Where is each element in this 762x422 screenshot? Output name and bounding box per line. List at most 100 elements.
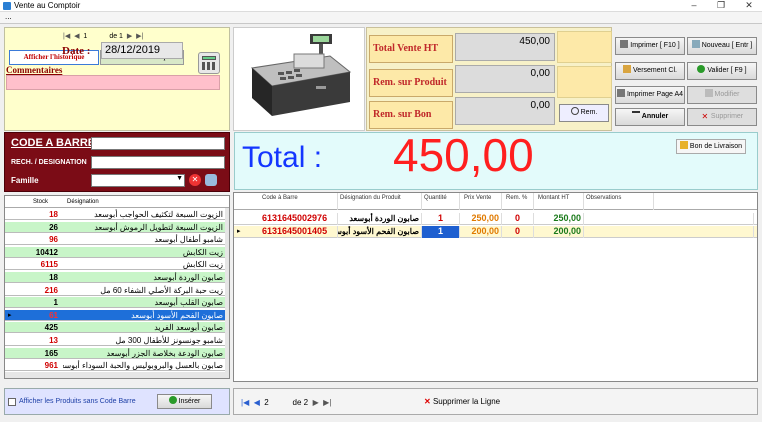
- versement-button[interactable]: Versement Cl.: [615, 62, 685, 80]
- line-observations[interactable]: [584, 226, 754, 238]
- product-stock: 18: [49, 210, 58, 219]
- maximize-button[interactable]: ❐: [711, 0, 731, 12]
- famille-select[interactable]: ▼: [91, 174, 185, 187]
- history-page-input[interactable]: 1: [83, 33, 107, 40]
- stock-header: Stock: [33, 199, 49, 205]
- product-row[interactable]: 26 الزيوت السبعة لتطويل الرموش أبوسعد: [5, 221, 225, 233]
- date-label: Date :: [62, 45, 91, 57]
- line-rem[interactable]: 0: [502, 226, 534, 238]
- line-designation[interactable]: صابون الفحم الأسود أبوسعد: [338, 226, 422, 238]
- window-title: Vente au Comptoir: [14, 1, 81, 10]
- close-button[interactable]: ✕: [739, 0, 759, 12]
- imprimer-button[interactable]: Imprimer [ F10 ]: [615, 37, 685, 55]
- product-stock: 13: [49, 336, 58, 345]
- product-row[interactable]: 216 زيت حبة البركة الأصلي الشفاء 60 مل: [5, 284, 225, 296]
- product-designation: زيت حبة البركة الأصلي الشفاء 60 مل: [100, 285, 223, 295]
- annuler-button[interactable]: Annuler: [615, 108, 685, 126]
- imprimer-page-a4-button[interactable]: Imprimer Page A4: [615, 86, 685, 104]
- clear-famille-icon[interactable]: ✕: [189, 174, 201, 186]
- product-designation: صابون بالعسل والبروبوليس والحبة السوداء …: [63, 361, 223, 371]
- date-field[interactable]: 28/12/2019: [101, 42, 183, 59]
- row-pointer-icon: ▸: [237, 228, 241, 235]
- header-designation: Désignation du Produit: [338, 193, 422, 210]
- menu-item[interactable]: ...: [5, 12, 12, 21]
- inserer-button[interactable]: Insérer: [157, 394, 212, 409]
- product-stock: 216: [44, 285, 58, 295]
- search-icon: [570, 107, 579, 115]
- total-label: Total :: [242, 141, 323, 174]
- last-page-icon[interactable]: ▶|: [323, 398, 331, 407]
- header-montant: Montant HT: [534, 193, 584, 210]
- delivery-icon: [679, 141, 688, 149]
- line-rem[interactable]: 0: [502, 213, 534, 225]
- prev-page-icon[interactable]: ◀: [254, 398, 260, 407]
- minimize-button[interactable]: –: [684, 0, 704, 12]
- product-designation: الزيوت السبعة لتطويل الرموش أبوسعد: [94, 222, 223, 232]
- sale-lines-grid[interactable]: Code à Barre Désignation du Produit Quan…: [233, 192, 758, 382]
- designation-header: Désignation: [67, 199, 99, 205]
- next-page-icon[interactable]: ▶: [313, 398, 319, 407]
- product-stock: 165: [44, 348, 58, 358]
- history-navigator: |◀ ◀ 1 de 1 ▶ ▶|: [63, 32, 143, 40]
- line-code[interactable]: 6131645001405: [260, 226, 338, 238]
- line-montant[interactable]: 200,00: [534, 226, 584, 238]
- product-grid[interactable]: Stock Désignation 18 الزيوت السبعة لتكثيف…: [4, 195, 230, 379]
- product-row[interactable]: 961 صابون بالعسل والبروبوليس والحبة السود…: [5, 360, 225, 372]
- designation-search-input[interactable]: [91, 156, 225, 169]
- calculator-icon[interactable]: [198, 52, 220, 74]
- product-options-bar: Afficher les Produits sans Code Barre In…: [4, 388, 230, 415]
- product-row[interactable]: 13 شامبو جونسونز للأطفال 300 مل: [5, 335, 225, 346]
- last-page-icon[interactable]: ▶|: [136, 33, 143, 40]
- product-row[interactable]: 18 صابون الوردة أبوسعد: [5, 272, 225, 283]
- search-panel: CODE A BARRE RECH. / DESIGNATION Famille…: [4, 132, 230, 192]
- product-row[interactable]: 96 شامبو أطفال أبوسعد: [5, 234, 225, 246]
- product-row[interactable]: ▸ 61 صابون الفحم الأسود أبوسعد: [5, 309, 225, 321]
- nouveau-button[interactable]: Nouveau [ Entr ]: [687, 37, 757, 55]
- delete-icon: ✕: [701, 112, 709, 121]
- menu-bar: ...: [0, 12, 762, 24]
- first-page-icon[interactable]: |◀: [63, 33, 70, 40]
- line-prix[interactable]: 200,00: [460, 226, 502, 238]
- line-prix[interactable]: 250,00: [460, 213, 502, 225]
- lines-page-input[interactable]: 2: [264, 398, 290, 407]
- product-row[interactable]: 10412 زيت الكابش: [5, 246, 225, 258]
- product-row[interactable]: 18 الزيوت السبعة لتكثيف الحواجب أبوسعد: [5, 209, 225, 220]
- rem-button[interactable]: Rem.: [559, 104, 609, 122]
- refresh-icon[interactable]: [205, 174, 217, 186]
- next-page-icon[interactable]: ▶: [127, 33, 132, 40]
- product-row[interactable]: 425 صابون أبوسعد الفريد: [5, 322, 225, 334]
- modifier-button[interactable]: Modifier: [687, 86, 757, 104]
- valider-button[interactable]: Valider [ F9 ]: [687, 62, 757, 80]
- code-barre-input[interactable]: [91, 137, 225, 150]
- product-grid-header: Stock Désignation: [5, 196, 229, 208]
- supprimer-ligne-button[interactable]: ✕ Supprimer la Ligne: [424, 397, 500, 406]
- product-designation: صابون أبوسعد الفريد: [154, 323, 223, 333]
- famille-label: Famille: [11, 176, 39, 185]
- prev-page-icon[interactable]: ◀: [74, 33, 79, 40]
- product-row[interactable]: 165 صابون الودعة بخلاصة الجزر أبوسعد: [5, 347, 225, 359]
- supprimer-button[interactable]: ✕ Supprimer: [687, 108, 757, 126]
- sale-lines-header: Code à Barre Désignation du Produit Quan…: [234, 193, 757, 210]
- commentaires-field[interactable]: [6, 75, 220, 90]
- line-code[interactable]: 6131645002976: [260, 213, 338, 225]
- total-vente-label: Total Vente HT: [369, 35, 453, 63]
- sale-line-row[interactable]: 6131645002976 صابون الوردة أبوسعد 1 250,00 0…: [234, 213, 757, 225]
- line-quantite[interactable]: 1: [422, 213, 460, 225]
- first-page-icon[interactable]: |◀: [241, 398, 249, 407]
- product-designation: صابون الفحم الأسود أبوسعد: [131, 310, 223, 320]
- vertical-scrollbar[interactable]: [225, 208, 229, 372]
- bon-livraison-button[interactable]: Bon de Livraison: [676, 139, 746, 154]
- sale-line-row[interactable]: ▸ 6131645001405صابون الفحم الأسود أبوسعد1…: [234, 226, 757, 238]
- rem-bon-value[interactable]: 0,00: [455, 97, 555, 125]
- new-doc-icon: [691, 40, 700, 48]
- line-montant[interactable]: 250,00: [534, 213, 584, 225]
- sans-code-barre-checkbox[interactable]: [8, 398, 16, 406]
- line-designation[interactable]: صابون الوردة أبوسعد: [338, 213, 422, 225]
- product-row[interactable]: 1 صابون القلب أبوسعد: [5, 297, 225, 309]
- horizontal-scrollbar[interactable]: [5, 372, 229, 378]
- rem-produit-value: 0,00: [455, 65, 555, 93]
- lines-navigator: |◀ ◀ 2 de 2 ▶ ▶|: [241, 398, 331, 407]
- line-observations[interactable]: [584, 213, 754, 225]
- line-quantite[interactable]: 1: [422, 226, 460, 238]
- product-row[interactable]: 6115 زيت الكابش: [5, 259, 225, 271]
